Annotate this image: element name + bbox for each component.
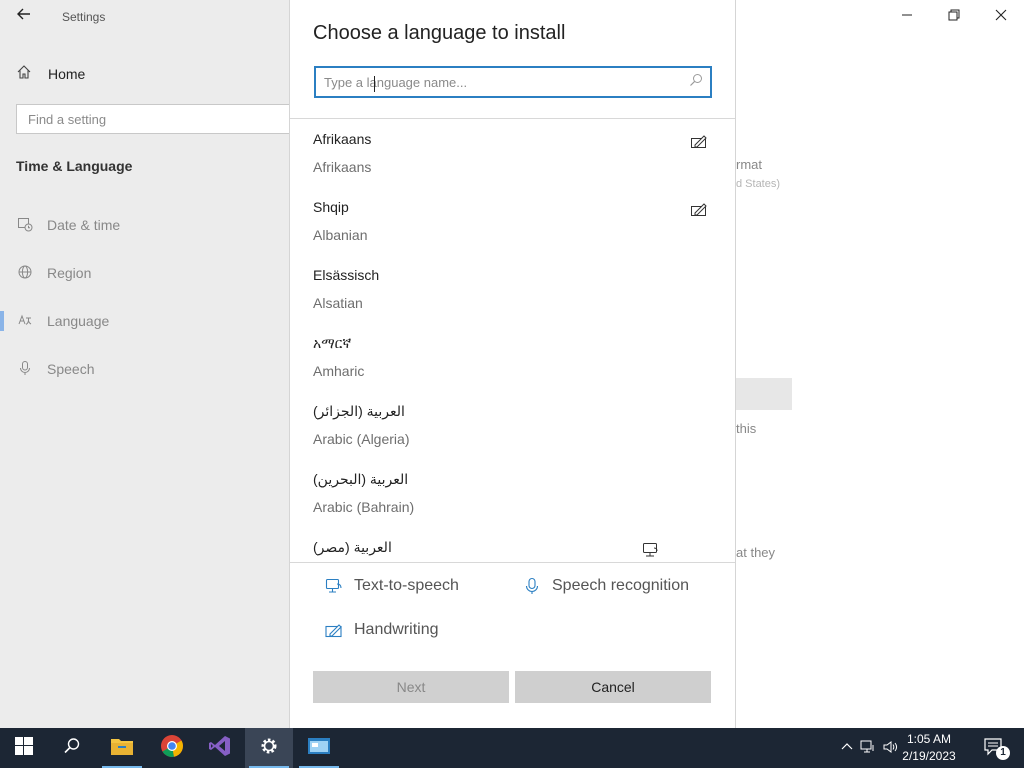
- section-title: Time & Language: [16, 158, 133, 174]
- legend-speech-recognition: Speech recognition: [522, 575, 689, 597]
- home-icon: [16, 64, 32, 85]
- microphone-icon: [522, 576, 542, 596]
- handwriting-icon: [324, 620, 344, 640]
- nav-item-label: Speech: [47, 361, 95, 377]
- text-to-speech-icon: [324, 576, 344, 596]
- language-list: Afrikaans Afrikaans Shqip Albanian Elsäs…: [290, 119, 735, 561]
- close-button[interactable]: [977, 0, 1024, 32]
- language-native-name: العربية (الجزائر): [313, 403, 405, 419]
- calendar-clock-icon: [16, 216, 34, 234]
- language-search-input[interactable]: [324, 73, 684, 91]
- language-item-afrikaans[interactable]: Afrikaans Afrikaans: [290, 119, 735, 187]
- legend-label: Speech recognition: [552, 577, 689, 594]
- background-button-fragment: [736, 378, 792, 410]
- language-english-name: Arabic (Bahrain): [313, 499, 415, 515]
- language-english-name: Amharic: [313, 363, 365, 379]
- legend-handwriting: Handwriting: [324, 619, 438, 641]
- background-format-text: rmat: [736, 157, 762, 172]
- language-icon: [16, 312, 34, 330]
- settings-nav-pane: Settings Home Find a setting Time & Lang…: [0, 0, 306, 728]
- language-item-albanian[interactable]: Shqip Albanian: [290, 187, 735, 255]
- language-native-name: Afrikaans: [313, 131, 372, 147]
- language-item-arabic-bahrain[interactable]: العربية (البحرين) Arabic (Bahrain): [290, 459, 735, 527]
- language-item-arabic-algeria[interactable]: العربية (الجزائر) Arabic (Algeria): [290, 391, 735, 459]
- nav-item-label: Language: [47, 313, 110, 329]
- taskbar-visual-studio[interactable]: [196, 728, 244, 768]
- nav-item-language[interactable]: Language: [0, 307, 289, 335]
- legend-label: Text-to-speech: [354, 577, 459, 594]
- find-setting-placeholder: Find a setting: [28, 112, 107, 127]
- choose-language-dialog: Choose a language to install Afrikaans A…: [289, 0, 736, 728]
- network-icon[interactable]: [856, 740, 880, 757]
- gear-icon: [259, 736, 279, 761]
- back-arrow-icon[interactable]: [14, 6, 34, 26]
- nav-item-region[interactable]: Region: [0, 259, 289, 287]
- nav-item-label: Date & time: [47, 217, 121, 233]
- taskbar-search-button[interactable]: [48, 728, 96, 768]
- handwriting-icon: [690, 133, 708, 149]
- minimize-button[interactable]: [883, 0, 930, 32]
- language-english-name: Albanian: [313, 227, 368, 243]
- nav-item-speech[interactable]: Speech: [0, 355, 289, 383]
- taskbar: 1:05 AM 2/19/2023 1: [0, 728, 1024, 768]
- notification-count-badge: 1: [996, 746, 1010, 760]
- dialog-title: Choose a language to install: [313, 22, 566, 44]
- taskbar-chrome[interactable]: [148, 728, 196, 768]
- text-cursor-icon: [374, 76, 375, 92]
- language-english-name: Arabic (Algeria): [313, 431, 410, 447]
- visual-studio-icon: [208, 734, 232, 763]
- window-title: Settings: [62, 10, 106, 24]
- language-item-amharic[interactable]: አማርኛ Amharic: [290, 323, 735, 391]
- folder-icon: [110, 736, 134, 761]
- legend-label: Handwriting: [354, 621, 439, 638]
- background-region-text: d States): [736, 178, 781, 190]
- text-to-speech-icon: [642, 542, 660, 558]
- language-english-name: Afrikaans: [313, 159, 372, 175]
- language-native-name: Shqip: [313, 199, 349, 215]
- chrome-icon: [160, 734, 184, 763]
- start-button[interactable]: [0, 728, 48, 768]
- language-search-box[interactable]: [314, 66, 712, 98]
- handwriting-icon: [690, 201, 708, 217]
- taskbar-file-explorer[interactable]: [98, 728, 146, 768]
- language-item-arabic-egypt[interactable]: العربية (مصر): [290, 527, 735, 561]
- find-setting-input[interactable]: Find a setting: [16, 104, 306, 134]
- cancel-button[interactable]: Cancel: [515, 671, 711, 703]
- language-native-name: العربية (مصر): [313, 539, 392, 555]
- taskbar-app[interactable]: [295, 728, 343, 768]
- window-controls: [883, 0, 1024, 32]
- search-icon: [63, 737, 81, 760]
- legend-divider: [290, 562, 735, 563]
- legend-text-to-speech: Text-to-speech: [324, 575, 459, 597]
- background-this-text: this: [736, 421, 757, 436]
- language-native-name: አማርኛ: [313, 335, 352, 351]
- clock-time: 1:05 AM: [906, 732, 952, 746]
- nav-item-label: Region: [47, 265, 92, 281]
- microphone-icon: [16, 360, 34, 378]
- selection-indicator: [0, 311, 4, 331]
- nav-home-label: Home: [48, 66, 86, 82]
- clock-date: 2/19/2023: [902, 749, 956, 763]
- restore-button[interactable]: [930, 0, 977, 32]
- globe-icon: [16, 264, 34, 282]
- next-button[interactable]: Next: [313, 671, 509, 703]
- action-center-button[interactable]: 1: [984, 738, 1010, 760]
- language-english-name: Alsatian: [313, 295, 363, 311]
- taskbar-settings[interactable]: [245, 728, 293, 768]
- nav-home[interactable]: Home: [16, 63, 85, 85]
- windows-logo-icon: [15, 736, 33, 760]
- language-native-name: Elsässisch: [313, 267, 380, 283]
- chevron-up-icon[interactable]: [838, 741, 856, 756]
- language-item-alsatian[interactable]: Elsässisch Alsatian: [290, 255, 735, 323]
- app-window-icon: [307, 736, 331, 761]
- language-native-name: العربية (البحرين): [313, 471, 409, 487]
- taskbar-clock[interactable]: 1:05 AM 2/19/2023: [892, 731, 966, 765]
- search-icon: [688, 73, 704, 89]
- nav-item-date-time[interactable]: Date & time: [0, 211, 289, 239]
- background-that-they-text: at they: [736, 545, 776, 560]
